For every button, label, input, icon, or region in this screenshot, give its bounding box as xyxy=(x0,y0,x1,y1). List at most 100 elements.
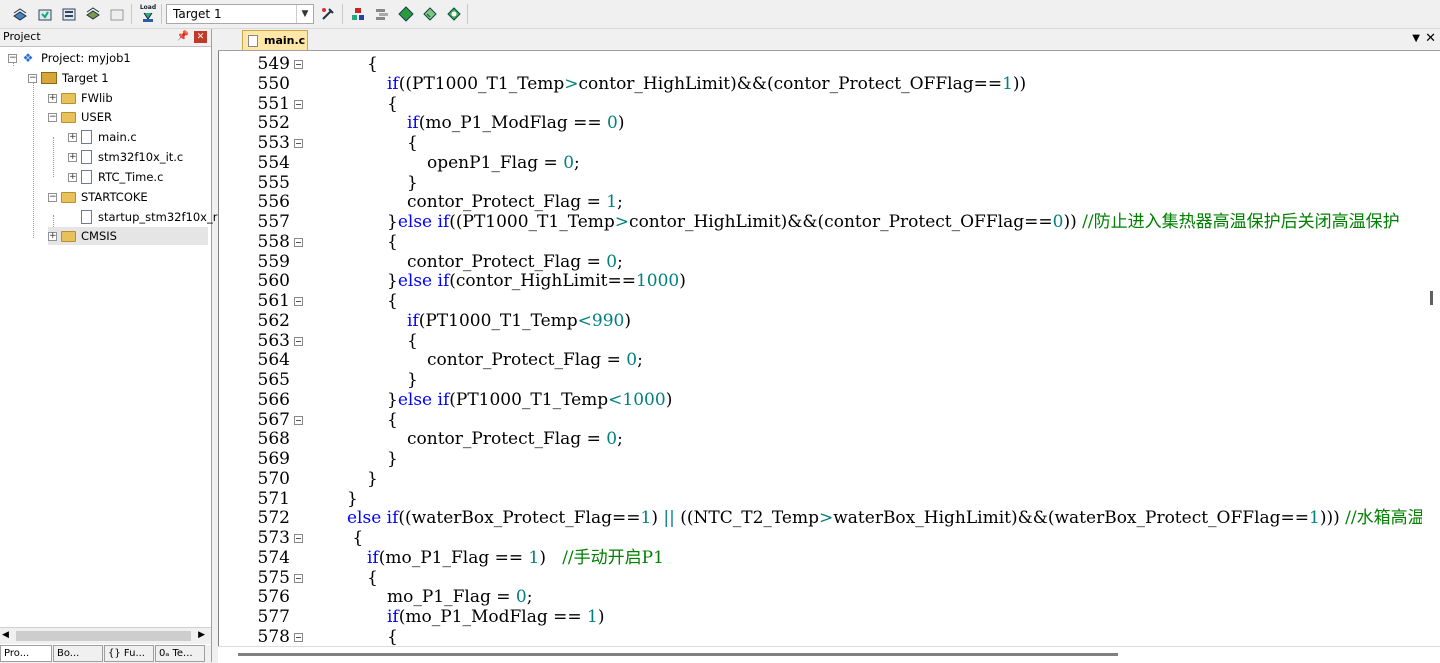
fold-collapse-icon[interactable] xyxy=(294,534,303,543)
code-line[interactable]: } xyxy=(407,370,418,390)
code-line[interactable]: }else if((PT1000_T1_Temp>contor_HighLimi… xyxy=(387,212,1400,232)
file-icon xyxy=(81,170,92,184)
rebuild-icon[interactable] xyxy=(59,4,79,24)
collapse-icon[interactable]: − xyxy=(48,112,57,122)
line-number: 578 xyxy=(257,626,290,647)
fold-collapse-icon[interactable] xyxy=(294,415,303,425)
scroll-right-icon[interactable]: ▶ xyxy=(198,630,205,640)
line-number: 570 xyxy=(257,468,290,489)
project-tree: − ❖ Project: myjob1 − Target 1 + FWlib −… xyxy=(0,47,217,631)
code-line[interactable]: { xyxy=(347,528,363,548)
code-line[interactable]: if(mo_P1_ModFlag == 1) xyxy=(387,607,605,627)
target-select[interactable]: Target 1 ▼ xyxy=(166,4,314,24)
fold-collapse-icon[interactable] xyxy=(294,336,303,346)
manage-runtime-icon[interactable] xyxy=(444,4,464,24)
scroll-thumb[interactable] xyxy=(16,631,191,641)
fold-collapse-icon[interactable] xyxy=(294,139,303,148)
project-bottom-tabs: Pro... Bo... {} Fu... 0ₐ Te... xyxy=(0,645,211,662)
code-line[interactable]: if(mo_P1_ModFlag == 0) xyxy=(407,113,625,133)
translate-icon[interactable] xyxy=(10,4,30,24)
expand-icon[interactable]: + xyxy=(68,132,77,142)
tree-item-cmsis[interactable]: + CMSIS xyxy=(48,227,208,245)
code-line[interactable]: } xyxy=(347,489,358,509)
expand-icon[interactable]: + xyxy=(68,172,77,182)
collapse-icon[interactable]: − xyxy=(48,192,57,202)
code-line[interactable]: else if((waterBox_Protect_Flag==1) || ((… xyxy=(347,508,1422,528)
code-line[interactable]: } xyxy=(387,449,398,469)
scroll-thumb[interactable] xyxy=(238,653,1118,656)
code-line[interactable]: { xyxy=(387,94,398,114)
fold-collapse-icon[interactable] xyxy=(294,237,303,247)
code-line[interactable]: contor_Protect_Flag = 1; xyxy=(407,192,623,212)
code-line[interactable]: { xyxy=(387,291,398,311)
tab-books[interactable]: Bo... xyxy=(53,645,103,662)
tree-item-rtc-time-c[interactable]: + RTC_Time.c xyxy=(68,168,163,186)
fold-collapse-icon[interactable] xyxy=(294,60,303,69)
tree-item-startup-file[interactable]: startup_stm32f10x_r xyxy=(81,208,217,226)
collapse-icon[interactable]: − xyxy=(28,73,37,83)
file-extensions-icon[interactable] xyxy=(348,4,368,24)
build-icon[interactable] xyxy=(35,4,55,24)
tree-item-stm32f10x-it-c[interactable]: + stm32f10x_it.c xyxy=(68,148,183,166)
close-icon[interactable]: ✕ xyxy=(194,31,207,43)
tab-functions[interactable]: {} Fu... xyxy=(104,645,154,662)
expand-icon[interactable]: + xyxy=(48,93,57,103)
code-editor[interactable]: {if((PT1000_T1_Temp>contor_HighLimit)&&(… xyxy=(307,51,1422,646)
fold-collapse-icon[interactable] xyxy=(294,573,303,583)
manage-items-icon[interactable] xyxy=(372,4,392,24)
code-line[interactable]: { xyxy=(407,331,418,351)
tree-item-project[interactable]: − ❖ Project: myjob1 xyxy=(8,49,131,67)
tree-item-user[interactable]: − USER xyxy=(48,108,112,126)
collapse-icon[interactable]: − xyxy=(8,53,17,63)
fold-collapse-icon[interactable] xyxy=(294,632,303,642)
scroll-left-icon[interactable]: ◀ xyxy=(2,630,9,640)
project-horizontal-scrollbar[interactable]: ◀ ▶ xyxy=(0,627,211,644)
pin-icon[interactable]: 📌 xyxy=(177,31,189,42)
code-line[interactable]: openP1_Flag = 0; xyxy=(427,153,580,173)
code-line[interactable]: { xyxy=(407,133,418,153)
tree-item-fwlib[interactable]: + FWlib xyxy=(48,89,113,107)
pack-installer-icon[interactable] xyxy=(396,4,416,24)
code-line[interactable]: if(mo_P1_Flag == 1) //手动开启P1 xyxy=(367,548,664,568)
code-line[interactable]: }else if(PT1000_T1_Temp<1000) xyxy=(387,390,672,410)
code-line[interactable]: contor_Protect_Flag = 0; xyxy=(407,429,623,449)
code-line[interactable]: { xyxy=(367,568,378,588)
tree-item-main-c[interactable]: + main.c xyxy=(68,128,137,146)
code-line[interactable]: mo_P1_Flag = 0; xyxy=(387,587,532,607)
code-line[interactable]: } xyxy=(407,173,418,193)
code-line[interactable]: }else if(contor_HighLimit==1000) xyxy=(387,271,686,291)
tab-dropdown-icon[interactable]: ▼ xyxy=(1412,33,1420,44)
code-line[interactable]: { xyxy=(367,54,378,74)
load-download-icon[interactable]: Load xyxy=(138,4,158,24)
code-line[interactable]: contor_Protect_Flag = 0; xyxy=(407,252,623,272)
tab-templates[interactable]: 0ₐ Te... xyxy=(155,645,205,662)
tab-project[interactable]: Pro... xyxy=(0,645,52,662)
close-icon[interactable]: ✕ xyxy=(1425,31,1436,46)
target-options-icon[interactable] xyxy=(318,4,338,24)
stop-build-icon[interactable] xyxy=(107,4,127,24)
select-packs-icon[interactable] xyxy=(420,4,440,24)
tab-main-c[interactable]: main.c xyxy=(242,30,308,50)
expand-icon[interactable]: + xyxy=(48,231,57,241)
fold-collapse-icon[interactable] xyxy=(294,297,303,306)
tree-item-target[interactable]: − Target 1 xyxy=(28,69,109,87)
code-line[interactable]: contor_Protect_Flag = 0; xyxy=(427,350,643,370)
batch-build-icon[interactable] xyxy=(83,4,103,24)
line-number: 558 xyxy=(257,231,290,252)
tree-item-startcoke[interactable]: − STARTCOKE xyxy=(48,188,148,206)
line-number: 568 xyxy=(257,429,290,450)
code-line[interactable]: { xyxy=(387,627,398,646)
expand-icon[interactable]: + xyxy=(68,152,77,162)
scroll-thumb[interactable] xyxy=(1430,291,1433,305)
fold-collapse-icon[interactable] xyxy=(294,99,303,109)
code-line[interactable]: if((PT1000_T1_Temp>contor_HighLimit)&&(c… xyxy=(387,74,1026,94)
code-line[interactable]: if(PT1000_T1_Temp<990) xyxy=(407,311,631,331)
editor-horizontal-scrollbar[interactable] xyxy=(218,646,1440,663)
line-number: 572 xyxy=(257,508,290,529)
code-line[interactable]: { xyxy=(387,232,398,252)
tree-label: FWlib xyxy=(81,91,113,105)
code-line[interactable]: { xyxy=(387,410,398,430)
code-line[interactable]: } xyxy=(367,469,378,489)
chevron-down-icon[interactable]: ▼ xyxy=(296,5,313,23)
editor-vertical-scrollbar[interactable] xyxy=(1422,51,1440,646)
